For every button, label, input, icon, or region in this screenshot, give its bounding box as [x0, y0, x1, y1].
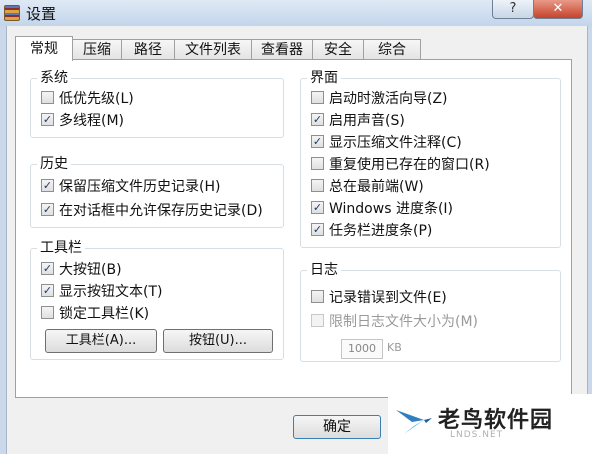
checkbox-box[interactable] [311, 156, 324, 170]
group-history: 历史 ✓ 保留压缩文件历史记录(H) ✓ 在对话框中允许保存历史记录(D) [30, 155, 284, 228]
watermark-sub: LNDS.NET [450, 430, 504, 440]
checkbox-box[interactable]: ✓ [41, 261, 54, 275]
group-interface-title: 界面 [307, 69, 341, 87]
checkbox-keep-archive-history[interactable]: ✓ 保留压缩文件历史记录(H) [41, 176, 220, 196]
checkbox-label: 记录错误到文件(E) [329, 290, 447, 306]
checkbox-label: 总在最前端(W) [329, 179, 424, 195]
checkbox-label: Windows 进度条(I) [329, 201, 453, 217]
tab-file-list[interactable]: 文件列表 [174, 39, 252, 60]
group-interface: 界面 启动时激活向导(Z) ✓ 启用声音(S) ✓ 显示压缩文件注释(C) 重复使用… [300, 69, 561, 248]
checkbox-allow-dialog-history[interactable]: ✓ 在对话框中允许保存历史记录(D) [41, 200, 263, 220]
checkbox-label: 重复使用已存在的窗口(R) [329, 157, 490, 173]
checkbox-box[interactable] [311, 90, 324, 104]
group-toolbar: 工具栏 ✓ 大按钮(B) ✓ 显示按钮文本(T) 锁定工具栏(K) 工具栏(A)..… [30, 239, 284, 360]
bird-logo-icon [396, 410, 432, 434]
checkbox-label: 显示按钮文本(T) [59, 284, 163, 300]
site-watermark: 老鸟软件园 LNDS.NET [388, 394, 592, 454]
tab-security[interactable]: 安全 [312, 39, 364, 60]
checkbox-label: 任务栏进度条(P) [329, 223, 433, 239]
checkbox-box[interactable] [311, 289, 324, 303]
tab-misc[interactable]: 综合 [363, 39, 421, 60]
checkbox-windows-progress[interactable]: ✓ Windows 进度条(I) [311, 198, 453, 218]
checkbox-taskbar-progress[interactable]: ✓ 任务栏进度条(P) [311, 220, 432, 240]
checkbox-box[interactable]: ✓ [311, 200, 324, 214]
help-button[interactable]: ? [492, 0, 534, 19]
dialog-client: 常规 压缩 路径 文件列表 查看器 安全 综合 系统 低优先级(L) ✓ 多线程(… [6, 26, 588, 454]
buttons-settings-button[interactable]: 按钮(U)... [163, 329, 273, 353]
log-size-unit: KB [387, 341, 402, 354]
window-title: 设置 [26, 5, 57, 23]
tab-paths[interactable]: 路径 [121, 39, 175, 60]
tab-panel-general: 系统 低优先级(L) ✓ 多线程(M) 历史 ✓ 保留压缩文件历史记录(H) ✓ 在对… [15, 59, 572, 398]
tab-compression[interactable]: 压缩 [72, 39, 122, 60]
checkbox-label: 大按钮(B) [59, 262, 122, 278]
checkbox-always-on-top[interactable]: 总在最前端(W) [311, 176, 424, 196]
checkbox-box[interactable] [311, 178, 324, 192]
checkbox-label: 锁定工具栏(K) [59, 306, 150, 322]
checkbox-box [311, 313, 324, 327]
checkbox-show-button-text[interactable]: ✓ 显示按钮文本(T) [41, 281, 162, 301]
checkbox-box[interactable]: ✓ [41, 112, 54, 126]
title-bar: 设置 ? ✕ [0, 0, 592, 26]
checkbox-label: 多线程(M) [59, 113, 125, 129]
checkbox-label: 启动时激活向导(Z) [329, 91, 448, 107]
checkbox-box[interactable] [41, 90, 54, 104]
group-log: 日志 记录错误到文件(E) 限制日志文件大小为(M) 1000 KB [300, 261, 561, 362]
checkbox-label: 在对话框中允许保存历史记录(D) [59, 203, 263, 219]
checkbox-log-errors[interactable]: 记录错误到文件(E) [311, 287, 447, 307]
checkbox-label: 限制日志文件大小为(M) [329, 314, 479, 330]
checkbox-box[interactable]: ✓ [311, 112, 324, 126]
toolbar-settings-button[interactable]: 工具栏(A)... [45, 329, 157, 353]
group-log-title: 日志 [307, 261, 341, 279]
checkbox-box[interactable]: ✓ [41, 178, 54, 192]
group-system: 系统 低优先级(L) ✓ 多线程(M) [30, 69, 284, 138]
checkbox-enable-sound[interactable]: ✓ 启用声音(S) [311, 110, 405, 130]
tab-general[interactable]: 常规 [15, 36, 73, 61]
ok-button[interactable]: 确定 [293, 415, 381, 439]
tab-viewer[interactable]: 查看器 [251, 39, 313, 60]
checkbox-box[interactable] [41, 305, 54, 319]
checkbox-lock-toolbar[interactable]: 锁定工具栏(K) [41, 303, 149, 323]
close-button[interactable]: ✕ [533, 0, 583, 19]
log-size-input: 1000 [341, 339, 383, 359]
checkbox-label: 显示压缩文件注释(C) [329, 135, 462, 151]
checkbox-label: 保留压缩文件历史记录(H) [59, 179, 221, 195]
checkbox-low-priority[interactable]: 低优先级(L) [41, 88, 134, 108]
group-system-title: 系统 [37, 69, 71, 87]
checkbox-label: 低优先级(L) [59, 91, 134, 107]
checkbox-label: 启用声音(S) [329, 113, 405, 129]
app-icon [4, 5, 20, 21]
checkbox-limit-log-size: 限制日志文件大小为(M) [311, 311, 478, 331]
checkbox-large-buttons[interactable]: ✓ 大按钮(B) [41, 259, 122, 279]
group-history-title: 历史 [37, 155, 71, 173]
checkbox-wizard-on-start[interactable]: 启动时激活向导(Z) [311, 88, 448, 108]
group-toolbar-title: 工具栏 [37, 239, 85, 257]
checkbox-reuse-window[interactable]: 重复使用已存在的窗口(R) [311, 154, 490, 174]
checkbox-show-archive-comment[interactable]: ✓ 显示压缩文件注释(C) [311, 132, 462, 152]
checkbox-box[interactable]: ✓ [41, 202, 54, 216]
checkbox-box[interactable]: ✓ [311, 134, 324, 148]
checkbox-multithreading[interactable]: ✓ 多线程(M) [41, 110, 124, 130]
checkbox-box[interactable]: ✓ [41, 283, 54, 297]
checkbox-box[interactable]: ✓ [311, 222, 324, 236]
